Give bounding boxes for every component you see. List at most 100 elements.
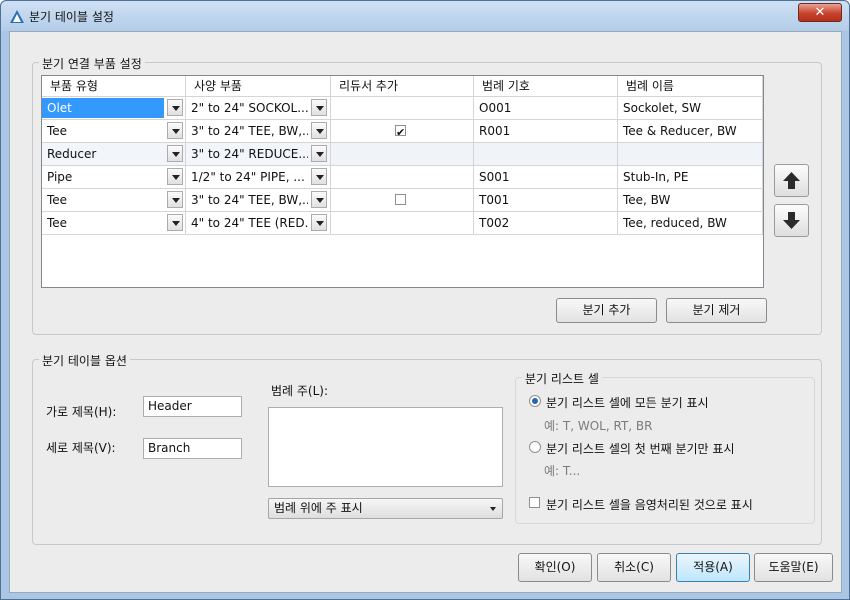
column-header-add-reducer[interactable]: 리듀서 추가 <box>331 76 474 96</box>
chevron-down-icon <box>490 507 496 511</box>
legend-note-position-value: 범례 위에 주 표시 <box>274 501 363 515</box>
add-branch-button[interactable]: 분기 추가 <box>556 298 657 323</box>
row-title-input[interactable]: Header <box>143 396 242 417</box>
table-row[interactable]: Tee 3" to 24" TEE, BW,... T001 Tee, BW <box>42 189 763 212</box>
chevron-down-icon[interactable] <box>167 168 183 185</box>
arrow-down-icon <box>783 212 800 229</box>
table-row[interactable]: Pipe 1/2" to 24" PIPE, ... S001 Stub-In,… <box>42 166 763 189</box>
column-title-input[interactable]: Branch <box>143 438 242 459</box>
spec-part-combo[interactable]: 2" to 24" SOCKOL... <box>186 97 331 119</box>
legend-name-cell <box>618 143 763 165</box>
move-up-button[interactable] <box>774 164 809 197</box>
legend-symbol-cell[interactable]: T001 <box>474 189 618 211</box>
table-row[interactable]: Tee 3" to 24" TEE, BW,... R001 Tee & Red… <box>42 120 763 143</box>
chevron-down-icon[interactable] <box>167 99 183 116</box>
move-down-button[interactable] <box>774 204 809 237</box>
show-all-branches-label[interactable]: 분기 리스트 셀에 모든 분기 표시 <box>546 394 709 411</box>
add-reducer-checkbox[interactable] <box>395 194 406 205</box>
spec-part-value: 4" to 24" TEE (RED... <box>191 216 308 230</box>
table-row[interactable]: Tee 4" to 24" TEE (RED... T002 Tee, redu… <box>42 212 763 235</box>
part-type-combo[interactable]: Tee <box>42 212 186 234</box>
grid-header: 부품 유형 사양 부품 리듀서 추가 범례 기호 범례 이름 <box>42 76 763 97</box>
part-type-value: Tee <box>47 193 68 207</box>
part-type-combo[interactable]: Reducer <box>42 143 186 165</box>
chevron-down-icon[interactable] <box>311 214 327 231</box>
spec-part-combo[interactable]: 4" to 24" TEE (RED... <box>186 212 331 234</box>
part-type-value: Reducer <box>47 147 97 161</box>
shade-cell-checkbox[interactable] <box>529 497 540 508</box>
spec-part-combo[interactable]: 1/2" to 24" PIPE, ... <box>186 166 331 188</box>
show-first-branch-label[interactable]: 분기 리스트 셀의 첫 번째 분기만 표시 <box>546 440 735 457</box>
arrow-up-icon <box>783 172 800 189</box>
column-title-label: 세로 제목(V): <box>46 441 116 455</box>
legend-name-cell[interactable]: Sockolet, SW <box>618 97 763 119</box>
table-row[interactable]: Reducer 3" to 24" REDUCE... <box>42 143 763 166</box>
legend-symbol-cell <box>474 143 618 165</box>
spec-part-combo[interactable]: 3" to 24" REDUCE... <box>186 143 331 165</box>
add-reducer-checkbox[interactable] <box>395 122 406 142</box>
autocad-app-icon <box>10 10 24 23</box>
cancel-button[interactable]: 취소(C) <box>597 553 671 582</box>
legend-name-cell[interactable]: Tee, BW <box>618 189 763 211</box>
legend-name-cell[interactable]: Stub-In, PE <box>618 166 763 188</box>
spec-part-value: 3" to 24" TEE, BW,... <box>191 193 308 207</box>
column-header-part-type[interactable]: 부품 유형 <box>42 76 186 96</box>
dialog-client: 분기 연결 부품 설정 부품 유형 사양 부품 리듀서 추가 범례 기호 범례 … <box>9 31 842 593</box>
show-first-branch-example: 예: T... <box>544 464 581 478</box>
remove-branch-button[interactable]: 분기 제거 <box>666 298 767 323</box>
part-type-combo[interactable]: Tee <box>42 120 186 142</box>
apply-button[interactable]: 적용(A) <box>676 553 750 582</box>
chevron-down-icon[interactable] <box>311 191 327 208</box>
chevron-down-icon[interactable] <box>311 122 327 139</box>
show-all-branches-radio[interactable] <box>529 395 541 407</box>
title-bar: 분기 테이블 설정 ✕ <box>1 1 849 31</box>
table-row[interactable]: Olet 2" to 24" SOCKOL... O001 Sockolet, … <box>42 97 763 120</box>
part-type-value: Tee <box>47 216 68 230</box>
show-first-branch-radio[interactable] <box>529 441 541 453</box>
legend-symbol-cell[interactable]: S001 <box>474 166 618 188</box>
chevron-down-icon[interactable] <box>311 99 327 116</box>
column-header-legend-name[interactable]: 범례 이름 <box>618 76 763 96</box>
chevron-down-icon[interactable] <box>311 168 327 185</box>
part-type-combo[interactable]: Tee <box>42 189 186 211</box>
chevron-down-icon[interactable] <box>167 145 183 162</box>
legend-symbol-cell[interactable]: O001 <box>474 97 618 119</box>
close-button[interactable]: ✕ <box>798 3 842 22</box>
row-title-label: 가로 제목(H): <box>46 405 117 419</box>
add-reducer-cell <box>331 189 474 211</box>
show-all-branches-example: 예: T, WOL, RT, BR <box>544 419 653 433</box>
chevron-down-icon[interactable] <box>311 145 327 162</box>
add-reducer-cell[interactable] <box>331 212 474 234</box>
add-reducer-cell <box>331 120 474 142</box>
spec-part-combo[interactable]: 3" to 24" TEE, BW,... <box>186 120 331 142</box>
column-header-spec-part[interactable]: 사양 부품 <box>186 76 331 96</box>
legend-note-position-select[interactable]: 범례 위에 주 표시 <box>268 498 503 519</box>
chevron-down-icon[interactable] <box>167 191 183 208</box>
connection-settings-label: 분기 연결 부품 설정 <box>39 55 145 72</box>
part-type-combo[interactable]: Olet <box>42 97 186 119</box>
shade-cell-label[interactable]: 분기 리스트 셀을 음영처리된 것으로 표시 <box>546 496 753 513</box>
branch-parts-grid[interactable]: 부품 유형 사양 부품 리듀서 추가 범례 기호 범례 이름 Olet 2" t… <box>41 75 764 288</box>
chevron-down-icon[interactable] <box>167 122 183 139</box>
window-title: 분기 테이블 설정 <box>29 10 114 24</box>
help-button[interactable]: 도움말(E) <box>754 553 833 582</box>
part-type-value: Tee <box>47 124 68 138</box>
add-reducer-cell[interactable] <box>331 166 474 188</box>
legend-name-cell[interactable]: Tee & Reducer, BW <box>618 120 763 142</box>
legend-symbol-cell[interactable]: T002 <box>474 212 618 234</box>
dialog-window: 분기 테이블 설정 ✕ 분기 연결 부품 설정 부품 유형 사양 부품 리듀서 … <box>0 0 850 600</box>
legend-note-textarea[interactable] <box>268 407 503 487</box>
add-reducer-cell[interactable] <box>331 97 474 119</box>
part-type-value: Pipe <box>47 170 73 184</box>
spec-part-combo[interactable]: 3" to 24" TEE, BW,... <box>186 189 331 211</box>
chevron-down-icon[interactable] <box>167 214 183 231</box>
spec-part-value: 3" to 24" TEE, BW,... <box>191 124 308 138</box>
legend-symbol-cell[interactable]: R001 <box>474 120 618 142</box>
ok-button[interactable]: 확인(O) <box>518 553 592 582</box>
spec-part-value: 3" to 24" REDUCE... <box>191 147 308 161</box>
legend-name-cell[interactable]: Tee, reduced, BW <box>618 212 763 234</box>
table-options-label: 분기 테이블 옵션 <box>39 352 130 369</box>
part-type-combo[interactable]: Pipe <box>42 166 186 188</box>
branch-list-cell-label: 분기 리스트 셀 <box>522 370 602 387</box>
column-header-legend-symbol[interactable]: 범례 기호 <box>474 76 618 96</box>
